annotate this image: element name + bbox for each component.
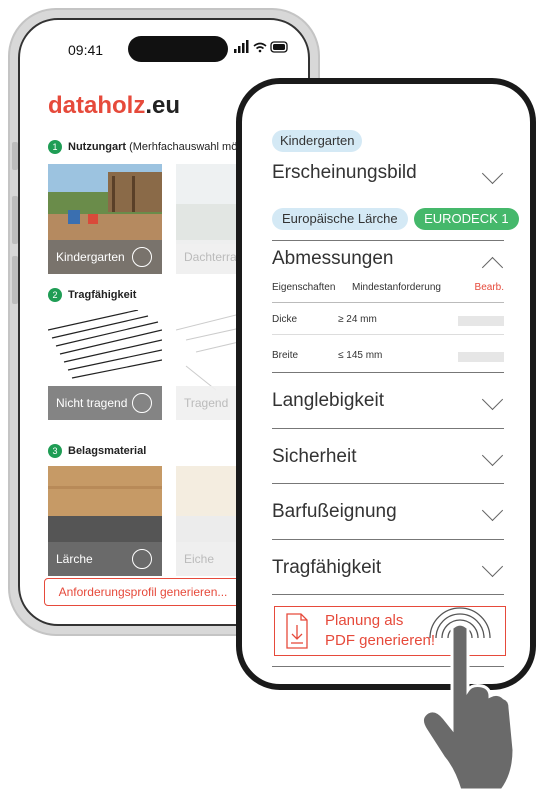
accordion-barfusseignung[interactable]: Barfußeignung (272, 499, 504, 529)
section-loadbearing-heading: 2 Tragfähigkeit (48, 288, 136, 302)
accordion-title: Erscheinungsbild (272, 162, 417, 183)
brand-logo: dataholz.eu (48, 92, 181, 119)
accordion-langlebigkeit[interactable]: Langlebigkeit (272, 388, 504, 418)
divider (272, 483, 504, 484)
value-bar (458, 316, 504, 326)
accordion-title: Tragfähigkeit (272, 557, 382, 578)
accordion-dimensions[interactable]: Abmessungen (272, 248, 504, 279)
appearance-tags: Europäische Lärche EURODECK 1 (272, 208, 519, 230)
dims-row: Dicke ≥ 24 mm (272, 314, 504, 328)
divider (272, 240, 504, 241)
accordion-sicherheit[interactable]: Sicherheit (272, 444, 504, 474)
section-material-heading: 3 Belagsmaterial (48, 444, 146, 458)
chevron-down-icon (481, 499, 504, 522)
accordion-appearance[interactable]: Erscheinungsbild (272, 162, 504, 192)
tile-laerche[interactable]: Lärche (48, 466, 162, 576)
divider (272, 428, 504, 429)
signal-wifi-battery-icon (234, 40, 288, 53)
dims-header: Eigenschaften Mindestanforderung Bearb. (272, 282, 504, 296)
col-min-requirement: Mindestanforderung (352, 282, 441, 293)
accordion-title: Barfußeignung (272, 501, 397, 522)
chevron-up-icon (481, 256, 504, 279)
status-icons (234, 40, 290, 57)
section-usage-heading: 1 Nutzungart (Merhfachauswahl mögl (48, 140, 246, 154)
accordion-title: Langlebigkeit (272, 390, 384, 411)
accordion-title: Sicherheit (272, 446, 357, 467)
pdf-download-icon (286, 613, 308, 649)
dims-row-property: Breite (272, 350, 299, 361)
dims-row-property: Dicke (272, 314, 298, 325)
divider (272, 372, 504, 373)
dynamic-island (128, 36, 228, 62)
dims-row-requirement: ≤ 145 mm (338, 350, 383, 361)
divider (272, 302, 504, 303)
tag-wood-species: Europäische Lärche (272, 208, 408, 230)
tile-kindergarten[interactable]: Kindergarten (48, 164, 162, 274)
check-icon (132, 247, 152, 267)
top-tag-row: Kindergarten (272, 130, 504, 152)
value-bar (458, 352, 504, 362)
chevron-down-icon (481, 388, 504, 411)
divider (272, 334, 504, 335)
check-icon (132, 549, 152, 569)
dims-row: Breite ≤ 145 mm (272, 350, 504, 364)
chevron-down-icon (481, 555, 504, 578)
divider (272, 539, 504, 540)
hand-pointer-icon (421, 607, 516, 790)
chevron-down-icon (481, 162, 504, 185)
pdf-label-line1: Planung als (325, 612, 404, 629)
generate-profile-button[interactable]: Anforderungsprofil generieren... (44, 578, 242, 606)
tag-kindergarten: Kindergarten (272, 130, 363, 152)
edit-link[interactable]: Bearb. (475, 282, 504, 293)
accordion-tragfaehigkeit[interactable]: Tragfähigkeit (272, 555, 504, 585)
dims-row-requirement: ≥ 24 mm (338, 314, 377, 325)
col-properties: Eigenschaften (272, 282, 336, 293)
accordion-title: Abmessungen (272, 248, 394, 269)
chevron-down-icon (481, 444, 504, 467)
tile-nicht-tragend[interactable]: Nicht tragend (48, 310, 162, 420)
check-icon (132, 393, 152, 413)
status-time: 09:41 (68, 42, 104, 58)
tag-product: EURODECK 1 (414, 208, 519, 230)
